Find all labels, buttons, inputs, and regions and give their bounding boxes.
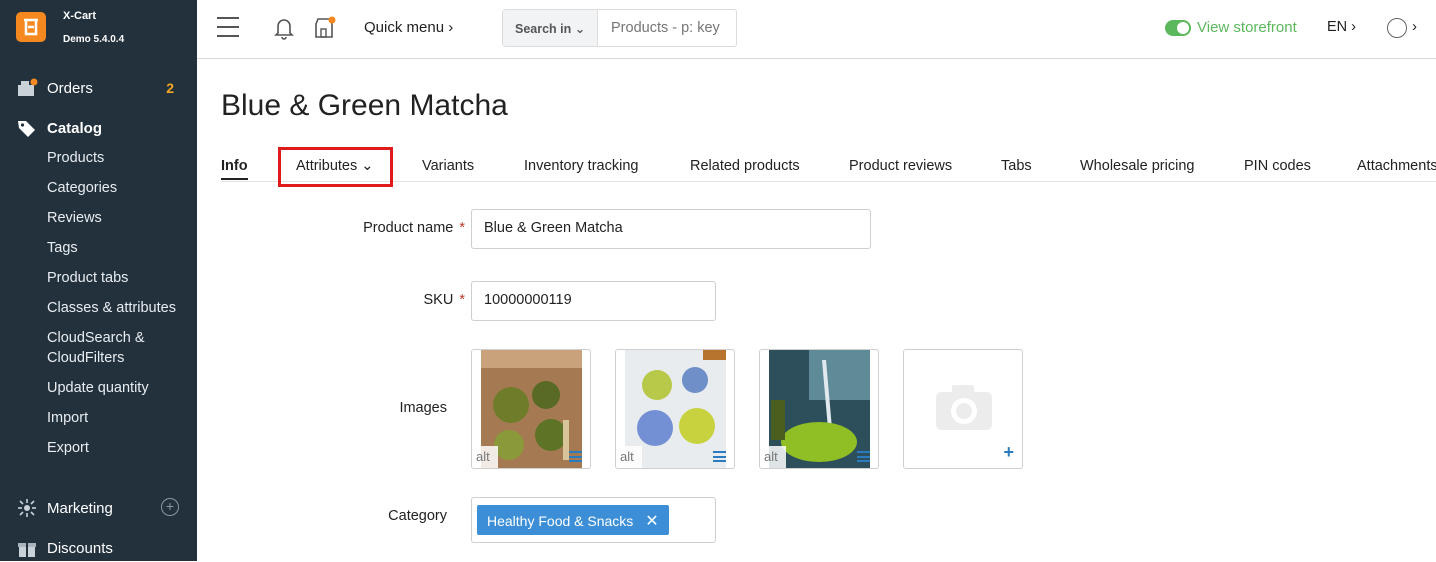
search-box: Search in ⌄ (502, 9, 737, 47)
user-menu-chevron-icon[interactable]: › (1412, 18, 1417, 35)
camera-icon (936, 385, 992, 430)
sidebar-item-categories[interactable]: Categories (47, 180, 117, 196)
add-image-card[interactable]: + (903, 349, 1023, 469)
sidebar-item-label: Catalog (47, 120, 103, 137)
remove-chip-icon[interactable]: ✕ (645, 513, 658, 530)
sidebar-item-reviews[interactable]: Reviews (47, 210, 102, 226)
expand-plus-icon[interactable]: + (161, 498, 179, 516)
tab-product-reviews[interactable]: Product reviews (849, 158, 952, 174)
image-menu-icon[interactable] (857, 451, 870, 462)
tab-attachments[interactable]: Attachments (1357, 158, 1436, 174)
product-image-1[interactable]: alt (471, 349, 591, 469)
sidebar-item-tags[interactable]: Tags (47, 240, 78, 256)
category-chip-label: Healthy Food & Snacks (487, 513, 634, 529)
page-title: Blue & Green Matcha (221, 89, 508, 122)
category-label: Category (388, 508, 447, 524)
search-input[interactable] (599, 10, 735, 46)
tags-icon (18, 121, 35, 137)
product-image-3[interactable]: alt (759, 349, 879, 469)
label-text: SKU (423, 292, 454, 308)
image-alt-label[interactable]: alt (472, 446, 498, 468)
product-name-label: Product name * (300, 220, 465, 236)
sidebar-item-label: Discounts (47, 540, 113, 557)
brand-name: X-Cart (63, 10, 97, 22)
sidebar-item-cloudfilters[interactable]: CloudFilters (47, 350, 124, 366)
tab-inventory-tracking[interactable]: Inventory tracking (524, 158, 638, 174)
sidebar-item-label: Orders (47, 80, 93, 97)
sidebar-item-products[interactable]: Products (47, 150, 104, 166)
sku-label: SKU * (300, 292, 465, 308)
tab-wholesale-pricing[interactable]: Wholesale pricing (1080, 158, 1194, 174)
product-tabs: Info Attributes ⌄ Variants Inventory tra… (221, 158, 1436, 182)
category-chip: Healthy Food & Snacks ✕ (477, 505, 669, 535)
highlight-box (278, 147, 393, 187)
sidebar-item-discounts[interactable]: Discounts (0, 534, 197, 562)
image-menu-icon[interactable] (569, 451, 582, 462)
required-mark: * (459, 292, 465, 308)
toggle-switch-icon[interactable] (1165, 20, 1191, 36)
product-image-2[interactable]: alt (615, 349, 735, 469)
search-in-dropdown[interactable]: Search in ⌄ (503, 10, 598, 46)
view-storefront-link[interactable]: View storefront (1197, 19, 1297, 36)
image-menu-icon[interactable] (713, 451, 726, 462)
sidebar-item-classes-attributes[interactable]: Classes & attributes (47, 300, 176, 316)
xcart-logo-icon (16, 12, 46, 42)
quick-menu-button[interactable]: Quick menu › (364, 19, 453, 36)
sidebar-item-product-tabs[interactable]: Product tabs (47, 270, 128, 286)
sidebar-item-orders[interactable]: Orders 2 (0, 74, 197, 102)
marketing-icon (18, 499, 36, 517)
image-alt-label[interactable]: alt (616, 446, 642, 468)
sidebar-item-import[interactable]: Import (47, 410, 88, 426)
tab-pin-codes[interactable]: PIN codes (1244, 158, 1311, 174)
category-select[interactable]: Healthy Food & Snacks ✕ (471, 497, 716, 543)
sidebar-item-catalog[interactable]: Catalog (0, 114, 197, 142)
brand-version: Demo 5.4.0.4 (63, 34, 125, 45)
orders-icon (18, 78, 38, 96)
sku-field[interactable]: 10000000119 (471, 281, 716, 321)
sidebar-item-cloudsearch[interactable]: CloudSearch & (47, 330, 145, 346)
user-avatar-icon[interactable] (1387, 18, 1407, 38)
store-icon[interactable] (313, 16, 337, 40)
tab-related-products[interactable]: Related products (690, 158, 800, 174)
tab-variants[interactable]: Variants (422, 158, 474, 174)
label-text: Product name (363, 220, 454, 236)
tab-tabs[interactable]: Tabs (1001, 158, 1032, 174)
brand[interactable]: X-Cart Demo 5.4.0.4 (0, 0, 197, 59)
tab-info[interactable]: Info (221, 158, 248, 180)
add-image-plus-icon[interactable]: + (1003, 442, 1014, 463)
sidebar-item-label: Marketing (47, 500, 113, 517)
product-name-field[interactable]: Blue & Green Matcha (471, 209, 871, 249)
gift-icon (18, 543, 36, 557)
required-mark: * (459, 220, 465, 236)
language-selector[interactable]: EN › (1327, 19, 1356, 35)
image-alt-label[interactable]: alt (760, 446, 786, 468)
sidebar-item-export[interactable]: Export (47, 440, 89, 456)
images-label: Images (399, 400, 447, 416)
bell-icon[interactable] (273, 16, 295, 40)
top-bar: Quick menu › Search in ⌄ View storefront… (197, 0, 1436, 59)
sidebar-item-update-quantity[interactable]: Update quantity (47, 380, 149, 396)
sidebar: X-Cart Demo 5.4.0.4 Orders 2 Catalog Pro… (0, 0, 197, 561)
orders-count-badge: 2 (166, 80, 174, 96)
hamburger-menu-icon[interactable] (217, 17, 239, 37)
sidebar-item-marketing[interactable]: Marketing + (0, 494, 197, 522)
